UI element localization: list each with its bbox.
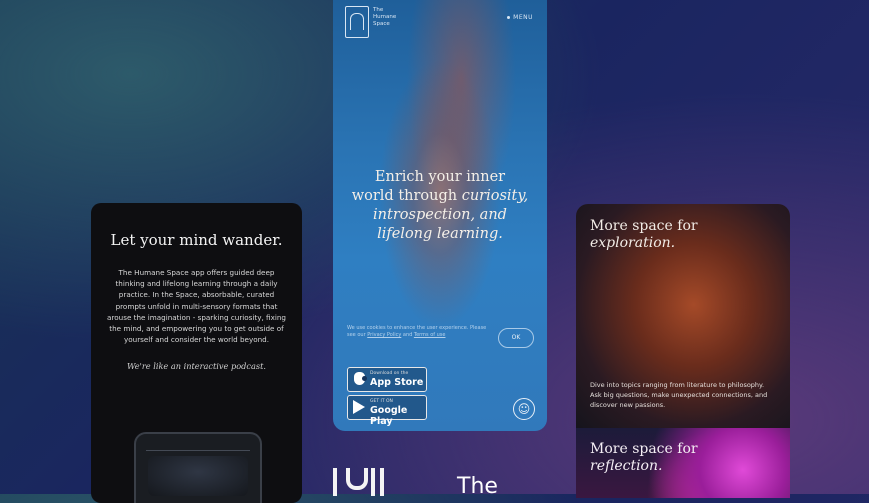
headline-line-1: Enrich your inner — [374, 169, 506, 185]
card-title: More space for exploration. — [590, 218, 698, 252]
hero-phone-card: The Humane Space MENU Enrich your inner … — [333, 0, 547, 431]
headline-line-4: lifelong learning. — [377, 226, 503, 242]
consent-mid: and — [401, 332, 414, 338]
card-title: More space for reflection. — [590, 441, 698, 475]
google-play-label: Google Play — [370, 405, 408, 427]
logo-arch-icon — [350, 13, 364, 30]
headline-italic: curiosity, — [461, 188, 529, 204]
app-store-button[interactable]: Download on the App Store — [347, 367, 427, 392]
logo-line-1: The — [373, 7, 384, 13]
logo-bar-icon — [380, 468, 384, 496]
feature-card-reflection: More space for reflection. — [576, 428, 790, 498]
card-title-line-1: More space for — [590, 441, 698, 457]
terms-link[interactable]: Terms of use — [414, 332, 446, 338]
logo-word: The — [457, 474, 498, 499]
google-play-button[interactable]: GET IT ON Google Play — [347, 395, 427, 427]
logo-u-icon — [346, 468, 368, 490]
card-title: Let your mind wander. — [110, 231, 283, 249]
menu-label: MENU — [513, 14, 533, 21]
menu-dot-icon — [507, 16, 511, 19]
headline-line-3: introspection, and — [373, 207, 507, 223]
logo-line-3: Space — [373, 21, 390, 27]
feature-card-mind-wander: Let your mind wander. The Humane Space a… — [91, 203, 302, 503]
accessibility-icon[interactable]: ☺ — [513, 398, 535, 420]
hero-headline: Enrich your inner world through curiosit… — [343, 168, 537, 244]
cookie-consent-text: We use cookies to enhance the user exper… — [347, 325, 492, 339]
card-title-line-1: More space for — [590, 218, 698, 234]
logo-bar-icon — [371, 468, 375, 496]
card-title-line-2: exploration. — [590, 235, 676, 251]
privacy-policy-link[interactable]: Privacy Policy — [367, 332, 401, 338]
phone-screen — [148, 456, 248, 496]
card-description: Dive into topics ranging from literature… — [590, 381, 768, 409]
headline-text: world through — [351, 188, 462, 204]
app-store-label: App Store — [370, 377, 424, 388]
logo-bar-icon — [333, 468, 337, 496]
card-description: The Humane Space app offers guided deep … — [107, 268, 286, 345]
card-tagline: We're like an interactive podcast. — [127, 361, 266, 372]
app-store-small-label: Download on the — [370, 371, 409, 376]
headline-line-2: world through curiosity, — [343, 187, 537, 206]
google-play-small-label: GET IT ON — [370, 399, 393, 404]
menu-button[interactable]: MENU — [507, 14, 533, 21]
feature-card-exploration: More space for exploration. Dive into to… — [576, 204, 790, 428]
logo-line-2: Humane — [373, 14, 397, 20]
phone-mockup — [134, 432, 262, 503]
apple-icon — [354, 372, 367, 385]
google-play-icon — [353, 400, 365, 414]
cookie-ok-button[interactable]: OK — [498, 328, 534, 348]
humane-space-logo-icon[interactable] — [345, 6, 369, 38]
logo-wordmark[interactable]: The Humane Space — [373, 7, 396, 28]
phone-divider — [146, 450, 250, 451]
card-title-line-2: reflection. — [590, 458, 663, 474]
